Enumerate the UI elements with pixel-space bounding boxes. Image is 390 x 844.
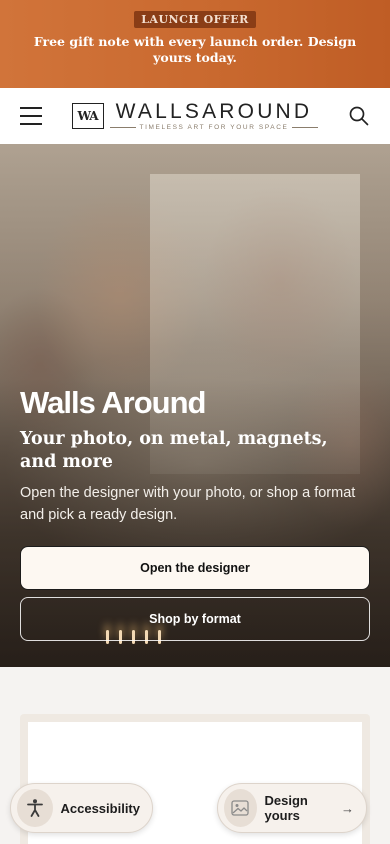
site-logo[interactable]: WA WALLSAROUND TIMELESS ART FOR YOUR SPA… bbox=[71, 100, 319, 131]
hero-subtitle: Your photo, on metal, magnets, and more bbox=[20, 429, 328, 472]
image-icon bbox=[224, 789, 257, 827]
search-icon[interactable] bbox=[348, 105, 370, 127]
shop-by-format-button[interactable]: Shop by format bbox=[20, 597, 370, 641]
hero-content: Walls Around Your photo, on metal, magne… bbox=[20, 384, 370, 526]
hero-description: Open the designer with your photo, or sh… bbox=[20, 485, 356, 523]
announcement-bar: LAUNCH OFFER Free gift note with every l… bbox=[0, 0, 390, 88]
hero-title: Walls Around bbox=[20, 385, 206, 420]
open-designer-button[interactable]: Open the designer bbox=[20, 546, 370, 590]
accessibility-button[interactable]: Accessibility bbox=[10, 783, 153, 833]
launch-offer-badge: LAUNCH OFFER bbox=[134, 11, 256, 28]
logo-name: WALLSAROUND bbox=[115, 100, 313, 123]
site-header: WA WALLSAROUND TIMELESS ART FOR YOUR SPA… bbox=[0, 88, 390, 144]
logo-tagline: TIMELESS ART FOR YOUR SPACE bbox=[139, 124, 289, 131]
logo-mark: WA bbox=[71, 103, 104, 129]
announcement-message[interactable]: Free gift note with every launch order. … bbox=[25, 34, 365, 66]
design-yours-button[interactable]: Design yours → bbox=[217, 783, 367, 833]
arrow-right-icon: → bbox=[341, 800, 354, 816]
design-yours-label: Design yours bbox=[264, 793, 308, 823]
accessibility-label: Accessibility bbox=[60, 800, 141, 816]
accessibility-icon bbox=[17, 789, 53, 827]
hero-banner: Walls Around Your photo, on metal, magne… bbox=[0, 144, 390, 667]
logo-tagline-row: TIMELESS ART FOR YOUR SPACE bbox=[109, 124, 319, 131]
menu-icon[interactable] bbox=[20, 107, 42, 125]
